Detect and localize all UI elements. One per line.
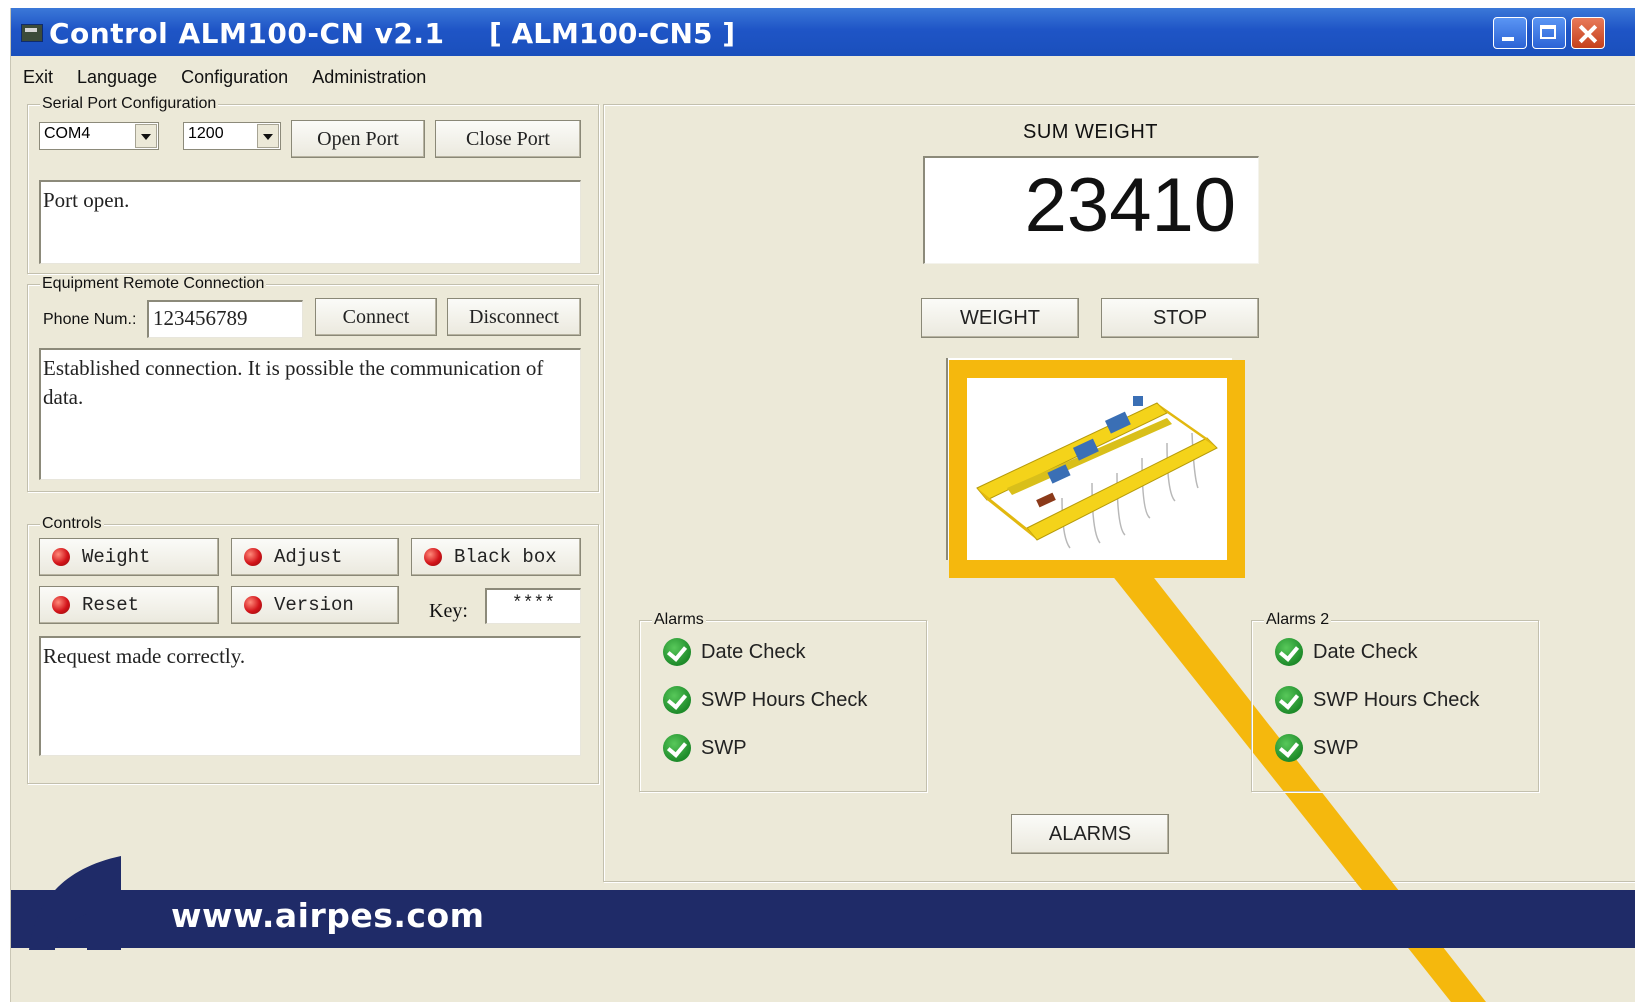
check-icon (663, 638, 691, 666)
close-port-button[interactable]: Close Port (435, 120, 581, 158)
version-button[interactable]: Version (231, 586, 399, 624)
alarms-2-group-title: Alarms 2 (1264, 611, 1332, 629)
minimize-icon[interactable] (1493, 17, 1527, 49)
controls-group-title: Controls (40, 515, 104, 533)
baud-select[interactable]: 1200 (183, 122, 281, 150)
menu-language[interactable]: Language (63, 64, 167, 90)
red-led-icon (52, 548, 70, 566)
remote-connection-group-title: Equipment Remote Connection (40, 275, 267, 293)
black-box-label: Black box (454, 546, 557, 568)
chevron-down-icon[interactable] (135, 124, 157, 148)
alarm-label: SWP (701, 736, 747, 759)
check-icon (663, 686, 691, 714)
adjust-button[interactable]: Adjust (231, 538, 399, 576)
weight-value: 23410 (1024, 163, 1236, 248)
alarm-swp: SWP (663, 734, 747, 762)
airpes-logo (29, 856, 121, 950)
baud-select-value: 1200 (188, 125, 224, 142)
app-window: Control ALM100-CN v2.1 [ ALM100-CN5 ] Ex… (10, 8, 1635, 1002)
weight-control-button[interactable]: Weight (39, 538, 219, 576)
alarm-swp-hours-check: SWP Hours Check (663, 686, 867, 714)
alarm-2-date-check: Date Check (1275, 638, 1418, 666)
phone-label: Phone Num.: (43, 311, 137, 328)
alarm-label: Date Check (701, 640, 806, 663)
phone-input[interactable]: 123456789 (147, 300, 303, 338)
maximize-icon[interactable] (1532, 17, 1566, 49)
stop-button[interactable]: STOP (1101, 298, 1259, 338)
serial-log: Port open. (39, 180, 581, 264)
alarms-button[interactable]: ALARMS (1011, 814, 1169, 854)
connect-button[interactable]: Connect (315, 298, 437, 336)
port-select[interactable]: COM4 (39, 122, 159, 150)
alarm-label: SWP (1313, 736, 1359, 759)
reset-button[interactable]: Reset (39, 586, 219, 624)
red-led-icon (244, 596, 262, 614)
weight-display: 23410 (923, 156, 1259, 264)
crane-illustration (967, 378, 1227, 560)
key-label: Key: (429, 600, 468, 622)
alarms-group-title: Alarms (652, 611, 706, 629)
weight-button[interactable]: WEIGHT (921, 298, 1079, 338)
adjust-label: Adjust (274, 546, 343, 568)
alarm-date-check: Date Check (663, 638, 806, 666)
check-icon (1275, 734, 1303, 762)
title-bar[interactable]: Control ALM100-CN v2.1 [ ALM100-CN5 ] (11, 8, 1635, 56)
alarm-2-swp: SWP (1275, 734, 1359, 762)
alarm-label: SWP Hours Check (701, 688, 868, 711)
disconnect-button[interactable]: Disconnect (447, 298, 581, 336)
serial-port-group-title: Serial Port Configuration (40, 95, 219, 113)
red-led-icon (244, 548, 262, 566)
black-box-button[interactable]: Black box (411, 538, 581, 576)
red-led-icon (52, 596, 70, 614)
check-icon (1275, 686, 1303, 714)
alarm-label: Date Check (1313, 640, 1418, 663)
chevron-down-icon[interactable] (257, 124, 279, 148)
weight-control-label: Weight (82, 546, 151, 568)
red-led-icon (424, 548, 442, 566)
check-icon (663, 734, 691, 762)
open-port-button[interactable]: Open Port (291, 120, 425, 158)
app-icon (21, 24, 43, 42)
window-title: Control ALM100-CN v2.1 (49, 17, 445, 50)
device-id: [ ALM100-CN5 ] (489, 17, 735, 50)
crane-highlight-box (949, 360, 1245, 578)
alarm-label: SWP Hours Check (1313, 688, 1480, 711)
menu-bar: Exit Language Configuration Administrati… (11, 64, 436, 90)
close-icon[interactable] (1571, 17, 1605, 49)
check-icon (1275, 638, 1303, 666)
remote-log: Established connection. It is possible t… (39, 348, 581, 480)
controls-log: Request made correctly. (39, 636, 581, 756)
menu-administration[interactable]: Administration (298, 64, 436, 90)
sum-weight-title: SUM WEIGHT (1023, 121, 1158, 143)
footer-url[interactable]: www.airpes.com (171, 896, 485, 935)
port-select-value: COM4 (44, 125, 91, 142)
reset-label: Reset (82, 594, 140, 616)
alarm-2-swp-hours-check: SWP Hours Check (1275, 686, 1479, 714)
key-input[interactable]: **** (485, 588, 581, 624)
footer-banner: www.airpes.com (11, 890, 1635, 948)
version-label: Version (274, 594, 354, 616)
menu-configuration[interactable]: Configuration (167, 64, 298, 90)
menu-exit[interactable]: Exit (11, 64, 63, 90)
